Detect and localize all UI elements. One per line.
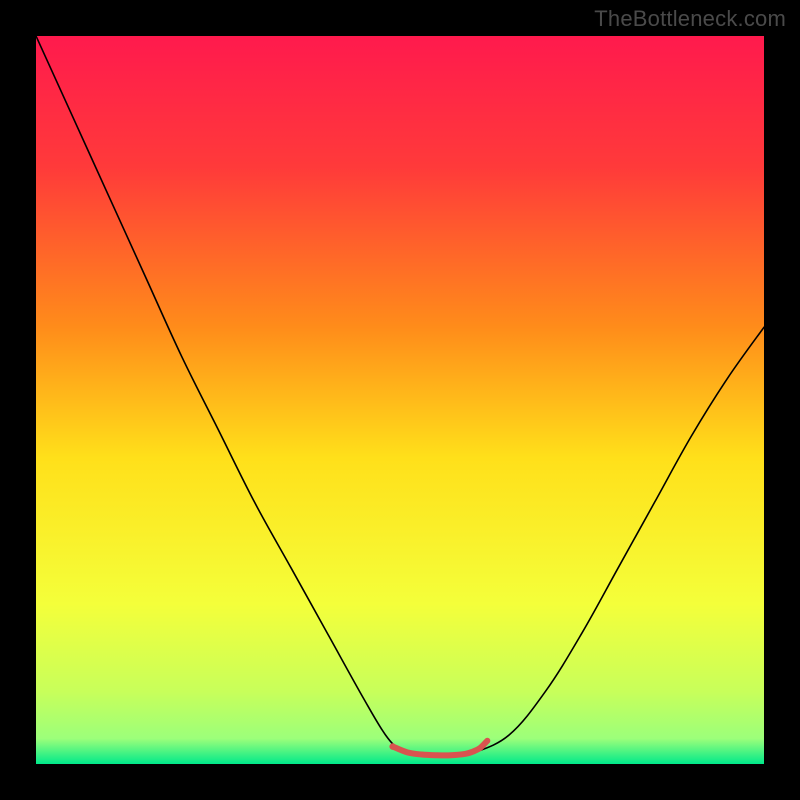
chart-frame: TheBottleneck.com [0, 0, 800, 800]
plot-svg [36, 36, 764, 764]
watermark-text: TheBottleneck.com [594, 6, 786, 32]
plot-background [36, 36, 764, 764]
optimal-band-start-dot [389, 743, 396, 750]
bottleneck-plot [36, 36, 764, 764]
